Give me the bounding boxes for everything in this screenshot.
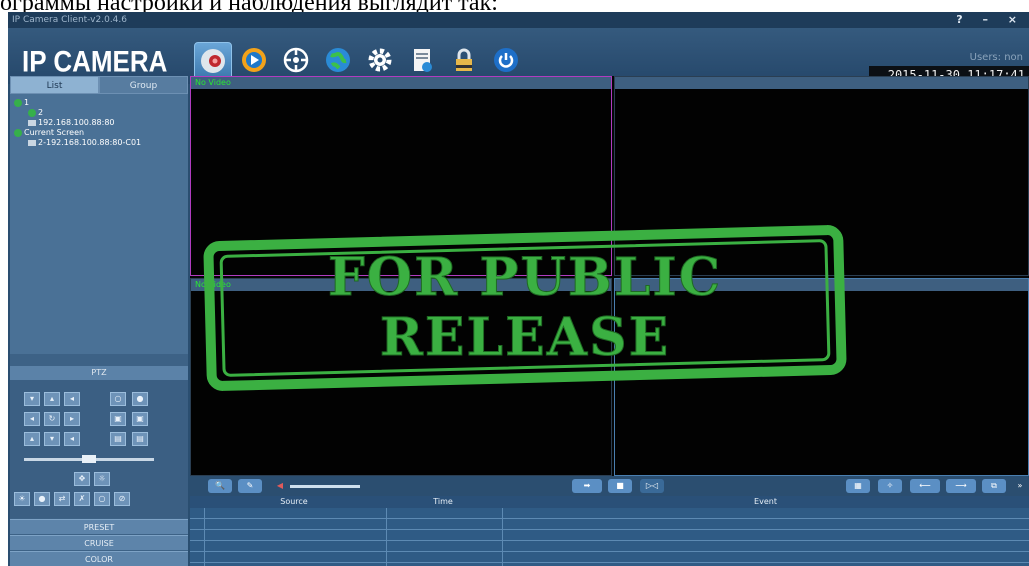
ptz-up-right-button[interactable]: ◂ bbox=[64, 392, 80, 406]
video-pane-2[interactable] bbox=[614, 76, 1029, 276]
power-button[interactable] bbox=[488, 42, 524, 78]
settings-icon bbox=[368, 48, 392, 72]
focus-far-button[interactable]: ● bbox=[132, 392, 148, 406]
color-menu[interactable]: COLOR bbox=[10, 551, 188, 566]
event-list: Source Time Event bbox=[190, 496, 1029, 566]
ptz-down-left-button[interactable]: ▾ bbox=[24, 392, 40, 406]
video-pane-3[interactable]: No Video bbox=[190, 278, 612, 476]
pane-3-title: No Video bbox=[191, 279, 611, 291]
ptz-up-button[interactable]: ▴ bbox=[44, 392, 60, 406]
light-button[interactable]: ☼ bbox=[94, 472, 110, 486]
wiper-button[interactable]: ● bbox=[34, 492, 50, 506]
brightness-button[interactable]: ☀ bbox=[14, 492, 30, 506]
record-icon[interactable]: ➡ bbox=[572, 479, 602, 493]
tree-item[interactable]: Current Screen bbox=[14, 128, 84, 137]
event-row[interactable] bbox=[190, 552, 1029, 563]
left-panel: List Group 1 2 192.168.100.88:80 Current… bbox=[10, 76, 188, 566]
reset-button[interactable]: ○ bbox=[94, 492, 110, 506]
ptz-down-button[interactable]: ▴ bbox=[24, 432, 40, 446]
group-icon bbox=[14, 98, 22, 107]
expand-icon[interactable]: » bbox=[1012, 479, 1028, 493]
preset-menu[interactable]: PRESET bbox=[10, 519, 188, 534]
camera-icon bbox=[28, 119, 36, 126]
ptz-header[interactable]: PTZ bbox=[10, 366, 188, 380]
ptz-button[interactable] bbox=[278, 42, 314, 78]
ptz-down-right-button[interactable]: ◂ bbox=[64, 432, 80, 446]
lock-button[interactable] bbox=[446, 42, 482, 78]
zoom-out-button[interactable]: ▣ bbox=[132, 412, 148, 426]
video-control-bar: 🔍 ✎ ◀ ➡ ■ ▷◁ ▦ ✧ ⟵ ⟶ ⧉ » bbox=[190, 476, 1029, 496]
camera-icon[interactable]: ■ bbox=[608, 479, 632, 493]
zoom-in-button[interactable]: ▣ bbox=[110, 412, 126, 426]
network-button[interactable] bbox=[320, 42, 356, 78]
zoom-icon[interactable]: 🔍 bbox=[208, 479, 232, 493]
device-icon bbox=[28, 108, 36, 117]
clear-button[interactable]: ⊘ bbox=[114, 492, 130, 506]
cruise-menu[interactable]: CRUISE bbox=[10, 535, 188, 550]
column-source[interactable]: Source bbox=[204, 496, 384, 508]
window-controls[interactable]: ? – × bbox=[956, 12, 1025, 28]
talk-icon[interactable]: ▷◁ bbox=[640, 479, 664, 493]
tree-item[interactable]: 2-192.168.100.88:80-C01 bbox=[28, 138, 141, 147]
window-icon[interactable]: ⧉ bbox=[982, 479, 1006, 493]
speed-slider-thumb[interactable] bbox=[82, 455, 96, 463]
volume-slider[interactable] bbox=[290, 485, 360, 488]
users-label: Users: non bbox=[969, 52, 1023, 63]
pane-4-title bbox=[615, 279, 1028, 291]
event-row[interactable] bbox=[190, 508, 1029, 519]
power-icon bbox=[494, 48, 518, 72]
app-logo: IP CAMERA bbox=[22, 43, 168, 79]
focus-near-button[interactable]: ○ bbox=[110, 392, 126, 406]
network-icon bbox=[326, 48, 350, 72]
next-page-icon[interactable]: ⟶ bbox=[946, 479, 976, 493]
prev-page-icon[interactable]: ⟵ bbox=[910, 479, 940, 493]
video-pane-1[interactable]: No Video bbox=[190, 76, 612, 276]
screen-icon bbox=[14, 128, 22, 137]
volume-icon[interactable]: ◀ bbox=[268, 479, 292, 493]
window-title: IP Camera Client-v2.0.4.6 bbox=[12, 15, 127, 25]
tree-item[interactable]: 2 bbox=[28, 108, 43, 117]
tree-item[interactable]: 1 bbox=[14, 98, 29, 107]
iris-open-button[interactable]: ▤ bbox=[110, 432, 126, 446]
app-window: IP Camera Client-v2.0.4.6 ? – × IP CAMER… bbox=[8, 12, 1029, 566]
title-bar: IP Camera Client-v2.0.4.6 ? – × bbox=[8, 12, 1029, 28]
log-button[interactable] bbox=[404, 42, 440, 78]
settings-button[interactable] bbox=[362, 42, 398, 78]
event-row[interactable] bbox=[190, 530, 1029, 541]
playback-icon bbox=[242, 48, 266, 72]
live-view-button[interactable] bbox=[194, 42, 232, 80]
ptz-icon bbox=[283, 47, 309, 73]
cruise-button[interactable]: ✗ bbox=[74, 492, 90, 506]
ptz-down-button-2[interactable]: ▾ bbox=[44, 432, 60, 446]
ptz-left-button[interactable]: ◂ bbox=[24, 412, 40, 426]
preset-button[interactable]: ✥ bbox=[74, 472, 90, 486]
column-time[interactable]: Time bbox=[386, 496, 500, 508]
column-event[interactable]: Event bbox=[502, 496, 1029, 508]
ptz-right-button[interactable]: ▸ bbox=[64, 412, 80, 426]
tab-list[interactable]: List bbox=[10, 76, 99, 94]
tree-item[interactable]: 192.168.100.88:80 bbox=[28, 118, 115, 127]
camera-icon bbox=[28, 139, 36, 146]
event-list-header: Source Time Event bbox=[190, 496, 1029, 508]
layout-grid-icon[interactable]: ▦ bbox=[846, 479, 870, 493]
fullscreen-icon[interactable]: ✧ bbox=[878, 479, 902, 493]
tab-group[interactable]: Group bbox=[99, 76, 188, 94]
ptz-auto-button[interactable]: ↻ bbox=[44, 412, 60, 426]
pane-1-title: No Video bbox=[191, 77, 611, 89]
record-button[interactable]: ⇄ bbox=[54, 492, 70, 506]
log-icon bbox=[414, 49, 432, 72]
pane-2-title bbox=[615, 77, 1028, 89]
event-row[interactable] bbox=[190, 541, 1029, 552]
snapshot-icon[interactable]: ✎ bbox=[238, 479, 262, 493]
device-tree: 1 2 192.168.100.88:80 Current Screen 2-1… bbox=[10, 94, 188, 354]
video-grid: No Video No Video bbox=[190, 76, 1029, 476]
ptz-panel: ▾ ▴ ◂ ◂ ↻ ▸ ▴ ▾ ◂ ○ ● ▣ ▣ ▤ ▤ ✥ ☼ ☀ ● ⇄ … bbox=[10, 380, 188, 518]
live-view-icon bbox=[201, 49, 225, 73]
device-tabs: List Group bbox=[10, 76, 188, 94]
event-row[interactable] bbox=[190, 519, 1029, 530]
lock-icon bbox=[456, 48, 472, 71]
playback-button[interactable] bbox=[236, 42, 272, 78]
iris-close-button[interactable]: ▤ bbox=[132, 432, 148, 446]
video-pane-4[interactable] bbox=[614, 278, 1029, 476]
